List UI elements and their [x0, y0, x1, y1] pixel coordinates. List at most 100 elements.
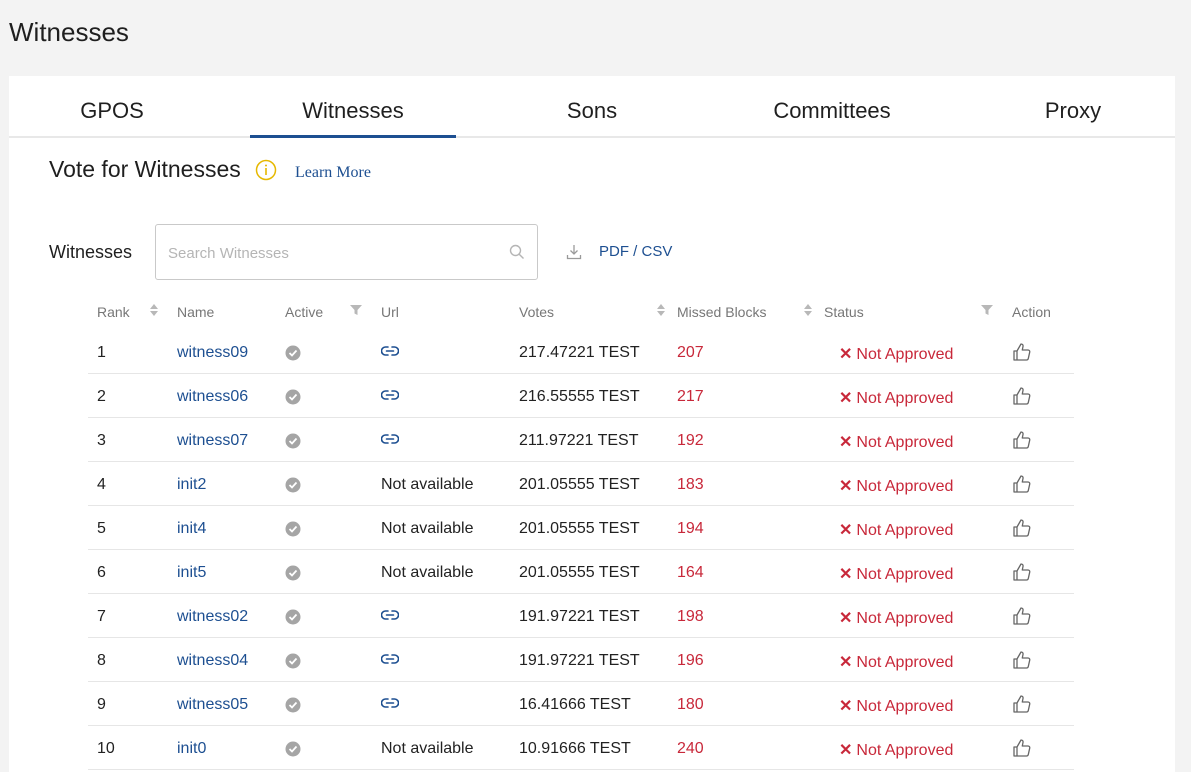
- missed-blocks-cell: 217: [677, 388, 704, 405]
- tab-committees[interactable]: Committees: [729, 98, 935, 124]
- sort-icon[interactable]: [655, 302, 667, 318]
- filter-icon[interactable]: [350, 302, 362, 318]
- url-link-icon[interactable]: [380, 652, 400, 670]
- witness-name-link[interactable]: witness05: [177, 696, 248, 714]
- status-badge: ✕ Not Approved: [839, 564, 953, 584]
- thumbs-up-icon[interactable]: [1012, 650, 1032, 670]
- thumbs-up-icon[interactable]: [1012, 518, 1032, 538]
- witness-name-link[interactable]: init2: [177, 476, 206, 494]
- status-text: Not Approved: [856, 566, 954, 583]
- witness-name-link[interactable]: init4: [177, 520, 206, 538]
- table-row: 8 witness04 191.97221 TEST 196 ✕ Not Approved: [88, 638, 1074, 682]
- x-icon: ✕: [839, 434, 853, 451]
- header-active: Active: [285, 304, 324, 320]
- url-cell: Not available: [381, 740, 474, 757]
- thumbs-up-icon[interactable]: [1012, 562, 1032, 582]
- status-badge: ✕ Not Approved: [839, 652, 953, 672]
- missed-blocks-cell: 192: [677, 432, 704, 449]
- votes-cell: 10.91666 TEST: [519, 740, 631, 757]
- tab-gpos[interactable]: GPOS: [9, 98, 215, 124]
- votes-cell: 211.97221 TEST: [519, 432, 639, 449]
- thumbs-up-icon[interactable]: [1012, 738, 1032, 758]
- table-row: 6 init5 Not available 201.05555 TEST 164 ✕ Not…: [88, 550, 1074, 594]
- witness-name-link[interactable]: witness06: [177, 388, 248, 406]
- tab-sons[interactable]: Sons: [489, 98, 695, 124]
- thumbs-up-icon[interactable]: [1012, 474, 1032, 494]
- votes-cell: 201.05555 TEST: [519, 476, 640, 493]
- active-check-icon: [285, 741, 301, 757]
- votes-cell: 191.97221 TEST: [519, 652, 640, 669]
- x-icon: ✕: [839, 698, 853, 715]
- sort-icon[interactable]: [802, 302, 814, 318]
- votes-cell: 217.47221 TEST: [519, 344, 640, 361]
- search-icon[interactable]: [509, 244, 525, 260]
- x-icon: ✕: [839, 566, 853, 583]
- thumbs-up-icon[interactable]: [1012, 430, 1032, 450]
- section-title: Vote for Witnesses: [49, 156, 241, 182]
- missed-blocks-cell: 240: [677, 740, 704, 757]
- header-action: Action: [1012, 304, 1051, 320]
- learn-more-link[interactable]: Learn More: [295, 164, 371, 182]
- missed-blocks-cell: 198: [677, 608, 704, 625]
- header-missed-blocks[interactable]: Missed Blocks: [677, 304, 766, 320]
- rank-cell: 6: [97, 564, 106, 581]
- url-link-icon[interactable]: [380, 432, 400, 450]
- header-votes[interactable]: Votes: [519, 304, 554, 320]
- status-badge: ✕ Not Approved: [839, 344, 953, 364]
- rank-cell: 10: [97, 740, 115, 757]
- url-link-icon[interactable]: [380, 608, 400, 626]
- header-url: Url: [381, 304, 399, 320]
- votes-cell: 16.41666 TEST: [519, 696, 631, 713]
- pdf-csv-export-link[interactable]: PDF / CSV: [599, 243, 672, 260]
- active-check-icon: [285, 345, 301, 361]
- page-title: Witnesses: [9, 17, 129, 47]
- rank-cell: 8: [97, 652, 106, 669]
- tab-proxy[interactable]: Proxy: [970, 98, 1176, 124]
- active-check-icon: [285, 697, 301, 713]
- sort-icon[interactable]: [148, 302, 160, 318]
- url-link-icon[interactable]: [380, 696, 400, 714]
- status-badge: ✕ Not Approved: [839, 388, 953, 408]
- witnesses-table-body: 1 witness09 217.47221 TEST 207 ✕ Not Approved…: [88, 330, 1074, 770]
- header-status: Status: [824, 304, 864, 320]
- active-check-icon: [285, 477, 301, 493]
- status-text: Not Approved: [856, 390, 954, 407]
- votes-cell: 191.97221 TEST: [519, 608, 640, 625]
- tab-witnesses[interactable]: Witnesses: [250, 98, 456, 138]
- witness-name-link[interactable]: init0: [177, 740, 206, 758]
- search-input[interactable]: [168, 242, 498, 264]
- url-link-icon[interactable]: [380, 388, 400, 406]
- table-row: 3 witness07 211.97221 TEST 192 ✕ Not Approved: [88, 418, 1074, 462]
- active-check-icon: [285, 653, 301, 669]
- rank-cell: 7: [97, 608, 106, 625]
- download-icon[interactable]: [566, 244, 582, 260]
- missed-blocks-cell: 194: [677, 520, 704, 537]
- filter-icon[interactable]: [981, 302, 993, 318]
- witness-name-link[interactable]: witness02: [177, 608, 248, 626]
- status-badge: ✕ Not Approved: [839, 608, 953, 628]
- witness-name-link[interactable]: witness09: [177, 344, 248, 362]
- status-badge: ✕ Not Approved: [839, 432, 953, 452]
- header-rank[interactable]: Rank: [97, 304, 130, 320]
- info-icon[interactable]: [255, 159, 277, 181]
- missed-blocks-cell: 164: [677, 564, 704, 581]
- tab-bar: GPOS Witnesses Sons Committees Proxy: [9, 76, 1175, 138]
- rank-cell: 5: [97, 520, 106, 537]
- missed-blocks-cell: 196: [677, 652, 704, 669]
- thumbs-up-icon[interactable]: [1012, 386, 1032, 406]
- thumbs-up-icon[interactable]: [1012, 342, 1032, 362]
- witness-name-link[interactable]: witness04: [177, 652, 248, 670]
- witness-name-link[interactable]: witness07: [177, 432, 248, 450]
- status-text: Not Approved: [856, 522, 954, 539]
- url-cell: Not available: [381, 564, 474, 581]
- thumbs-up-icon[interactable]: [1012, 694, 1032, 714]
- search-label: Witnesses: [49, 242, 133, 262]
- witness-name-link[interactable]: init5: [177, 564, 206, 582]
- active-check-icon: [285, 521, 301, 537]
- thumbs-up-icon[interactable]: [1012, 606, 1032, 626]
- votes-cell: 201.05555 TEST: [519, 564, 640, 581]
- url-link-icon[interactable]: [380, 344, 400, 362]
- active-check-icon: [285, 389, 301, 405]
- status-text: Not Approved: [856, 654, 954, 671]
- status-text: Not Approved: [856, 478, 954, 495]
